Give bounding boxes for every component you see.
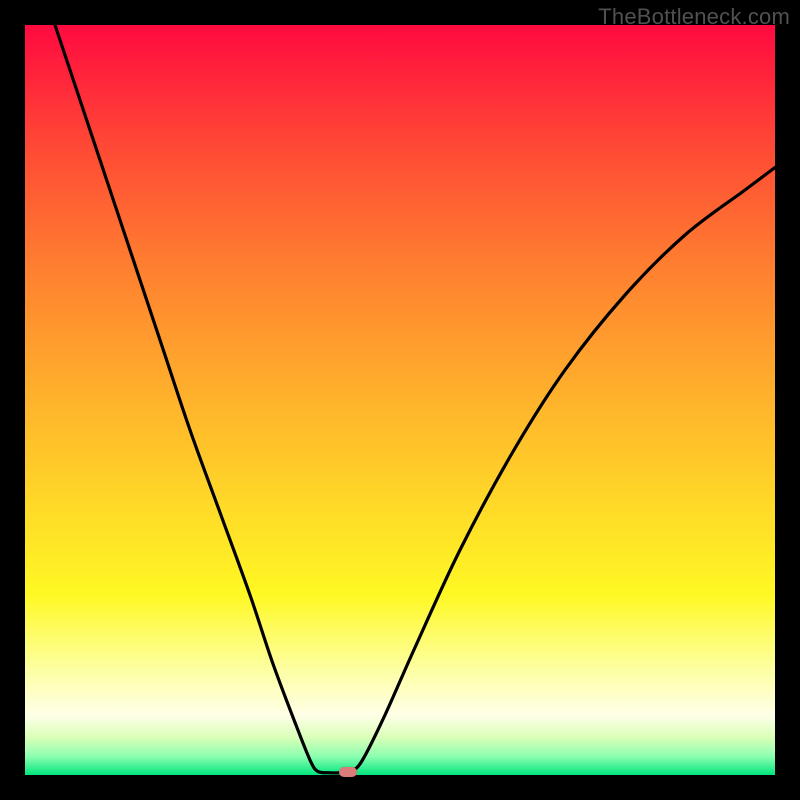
- watermark-text: TheBottleneck.com: [598, 4, 790, 30]
- chart-frame: TheBottleneck.com: [0, 0, 800, 800]
- gradient-plot-area: [25, 25, 775, 775]
- optimum-marker: [339, 767, 357, 777]
- bottleneck-curve: [25, 25, 775, 775]
